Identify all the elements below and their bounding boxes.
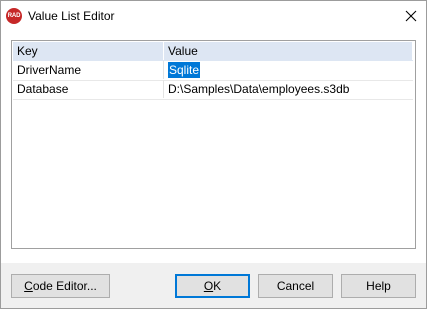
row-value-cell[interactable]: Sqlite xyxy=(164,61,413,79)
code-editor-button[interactable]: Code Editor... xyxy=(11,274,110,298)
code-editor-label: ode Editor... xyxy=(32,279,97,293)
row-value-cell[interactable]: D:\Samples\Data\employees.s3db xyxy=(164,80,413,98)
cancel-button[interactable]: Cancel xyxy=(258,274,333,298)
app-icon-label: RAD xyxy=(7,13,21,19)
window-title: Value List Editor xyxy=(28,9,115,23)
ok-accel: O xyxy=(203,279,214,293)
close-button[interactable] xyxy=(396,1,426,31)
ok-button[interactable]: OK xyxy=(175,274,250,298)
help-button[interactable]: Help xyxy=(341,274,416,298)
code-editor-accel: C xyxy=(24,279,33,293)
grid-row-drivername[interactable]: DriverName Sqlite xyxy=(13,61,413,81)
column-header-key[interactable]: Key xyxy=(13,42,164,60)
column-header-value[interactable]: Value xyxy=(164,42,413,60)
app-icon: RAD xyxy=(6,8,22,24)
row-key-cell[interactable]: Database xyxy=(13,80,164,98)
grid-header-row: Key Value xyxy=(13,42,413,61)
ok-label: K xyxy=(213,279,222,293)
title-bar: RAD Value List Editor xyxy=(1,1,426,31)
help-label: Help xyxy=(366,279,391,293)
dialog-window: RAD Value List Editor Key Value DriverNa… xyxy=(0,0,427,309)
row-key-cell[interactable]: DriverName xyxy=(13,61,164,79)
value-list-grid[interactable]: Key Value DriverName Sqlite Database D:\… xyxy=(11,40,416,249)
dialog-body: Key Value DriverName Sqlite Database D:\… xyxy=(1,31,426,308)
value-edit-selected-text[interactable]: Sqlite xyxy=(168,62,201,78)
cancel-label: Cancel xyxy=(276,279,315,293)
button-bar: Code Editor... OK Cancel Help xyxy=(1,263,426,308)
grid-row-database[interactable]: Database D:\Samples\Data\employees.s3db xyxy=(13,80,413,100)
close-icon xyxy=(405,10,417,22)
